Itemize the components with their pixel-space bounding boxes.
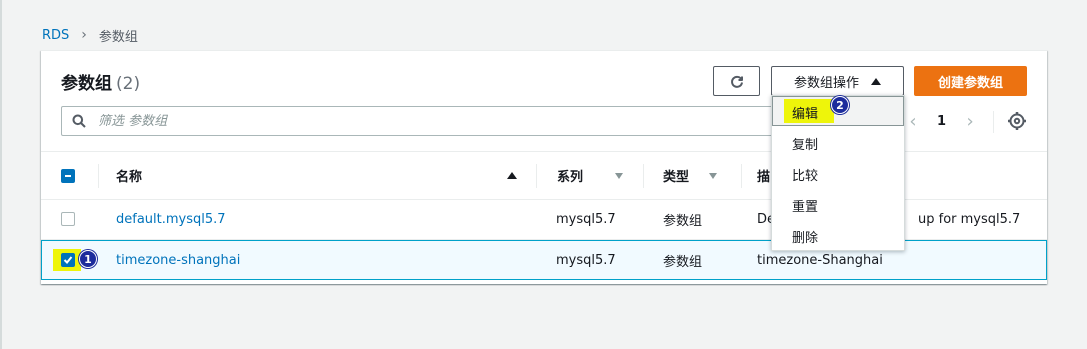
page-title: 参数组 (2) [61, 69, 140, 94]
breadcrumb: RDS › 参数组 [42, 26, 138, 45]
family-cell: mysql5.7 [556, 252, 616, 268]
sort-icon[interactable] [615, 152, 623, 199]
type-cell: 参数组 [663, 213, 703, 229]
column-header-type[interactable]: 类型 [663, 152, 689, 199]
column-header-description[interactable]: 描 [757, 152, 770, 199]
select-all-checkbox[interactable] [61, 168, 75, 183]
parameter-group-actions-button[interactable]: 参数组操作 [771, 66, 904, 96]
column-divider [643, 164, 644, 188]
sort-ascending-icon[interactable] [507, 152, 517, 199]
breadcrumb-current: 参数组 [98, 29, 138, 45]
menu-item-compare[interactable]: 比较 [792, 165, 818, 184]
menu-item-delete[interactable]: 删除 [792, 227, 818, 246]
column-header-name[interactable]: 名称 [116, 152, 142, 199]
select-all-cell [61, 152, 75, 199]
search-icon [72, 114, 86, 128]
panel-count: (2) [116, 74, 141, 94]
menu-item-edit[interactable]: 编辑 [792, 103, 818, 122]
pagination: ‹ 1 › [903, 106, 980, 136]
row-select-cell [61, 200, 75, 238]
create-parameter-group-button[interactable]: 创建参数组 [914, 66, 1027, 96]
window-edge [0, 0, 2, 349]
actions-button-label: 参数组操作 [793, 75, 859, 91]
step-1-badge: 1 [79, 250, 97, 268]
search-input[interactable] [98, 113, 698, 129]
column-divider [536, 164, 537, 188]
row-select-cell [61, 241, 75, 279]
caret-up-icon [871, 77, 881, 85]
menu-item-copy[interactable]: 复制 [792, 134, 818, 153]
search-field [61, 106, 781, 136]
refresh-icon [730, 75, 743, 88]
page-number[interactable]: 1 [937, 114, 946, 129]
chevron-left-icon[interactable]: ‹ [903, 111, 923, 132]
check-icon [63, 256, 73, 264]
step-2-badge: 2 [831, 96, 849, 114]
chevron-right-icon: › [81, 27, 87, 43]
description-cell-tail: up for mysql5.7 [918, 211, 1021, 227]
column-header-family[interactable]: 系列 [557, 152, 583, 199]
type-cell: 参数组 [663, 254, 703, 270]
row-checkbox-checked[interactable] [61, 253, 75, 267]
row-checkbox[interactable] [61, 212, 75, 226]
parameter-group-name-link[interactable]: timezone-shanghai [116, 241, 240, 279]
parameter-group-name-link[interactable]: default.mysql5.7 [116, 200, 226, 238]
gear-icon[interactable] [1007, 111, 1027, 131]
chevron-right-icon[interactable]: › [960, 111, 980, 132]
actions-dropdown-menu: 编辑 2 复制 比较 重置 删除 [771, 95, 905, 251]
refresh-button[interactable] [713, 66, 760, 96]
sort-icon[interactable] [709, 152, 717, 199]
family-cell: mysql5.7 [556, 211, 616, 227]
breadcrumb-rds-link[interactable]: RDS [42, 28, 69, 43]
column-divider [741, 164, 742, 188]
column-divider [98, 164, 99, 188]
toolbar-divider [993, 111, 994, 133]
panel-title-text: 参数组 [61, 74, 112, 94]
menu-item-reset[interactable]: 重置 [792, 196, 818, 215]
